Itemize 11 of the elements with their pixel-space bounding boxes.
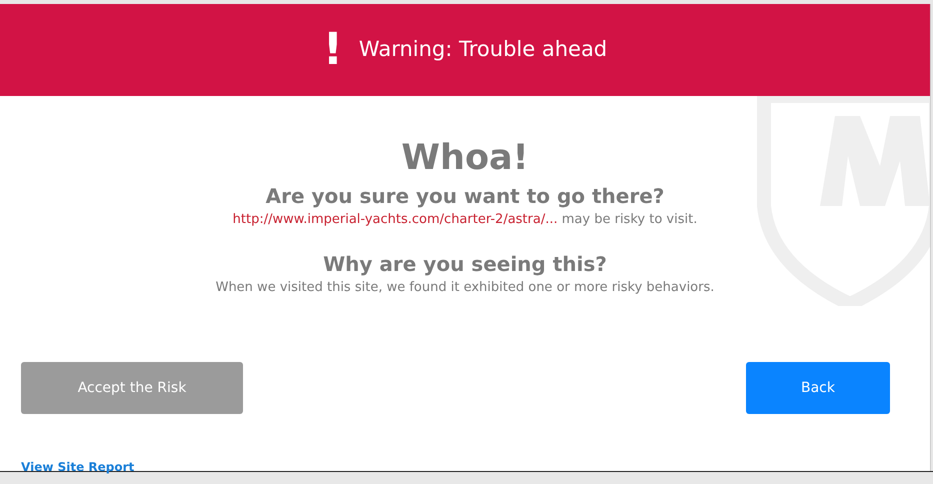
heading: Whoa!: [401, 137, 529, 180]
url-link[interactable]: http://www.imperial-yachts.com/charter-2/astra/...: [232, 212, 558, 227]
why-heading: Why are you seeing this?: [323, 251, 607, 278]
site-report-link[interactable]: View Site Report: [21, 458, 134, 476]
why-text: When we visited this site, we found it exhibited one or more risky behaviors.: [216, 279, 714, 297]
action-button[interactable]: Accept the Risk: [21, 362, 243, 414]
question: Are you sure you want to go there?: [266, 183, 664, 210]
banner-title: Warning: Trouble ahead: [358, 36, 608, 64]
exclamation-icon: !: [322, 28, 343, 72]
action-button[interactable]: Back: [746, 362, 890, 414]
risk-text: http://www.imperial-yachts.com/charter-2/astra/... may be risky to visit.: [232, 211, 698, 229]
